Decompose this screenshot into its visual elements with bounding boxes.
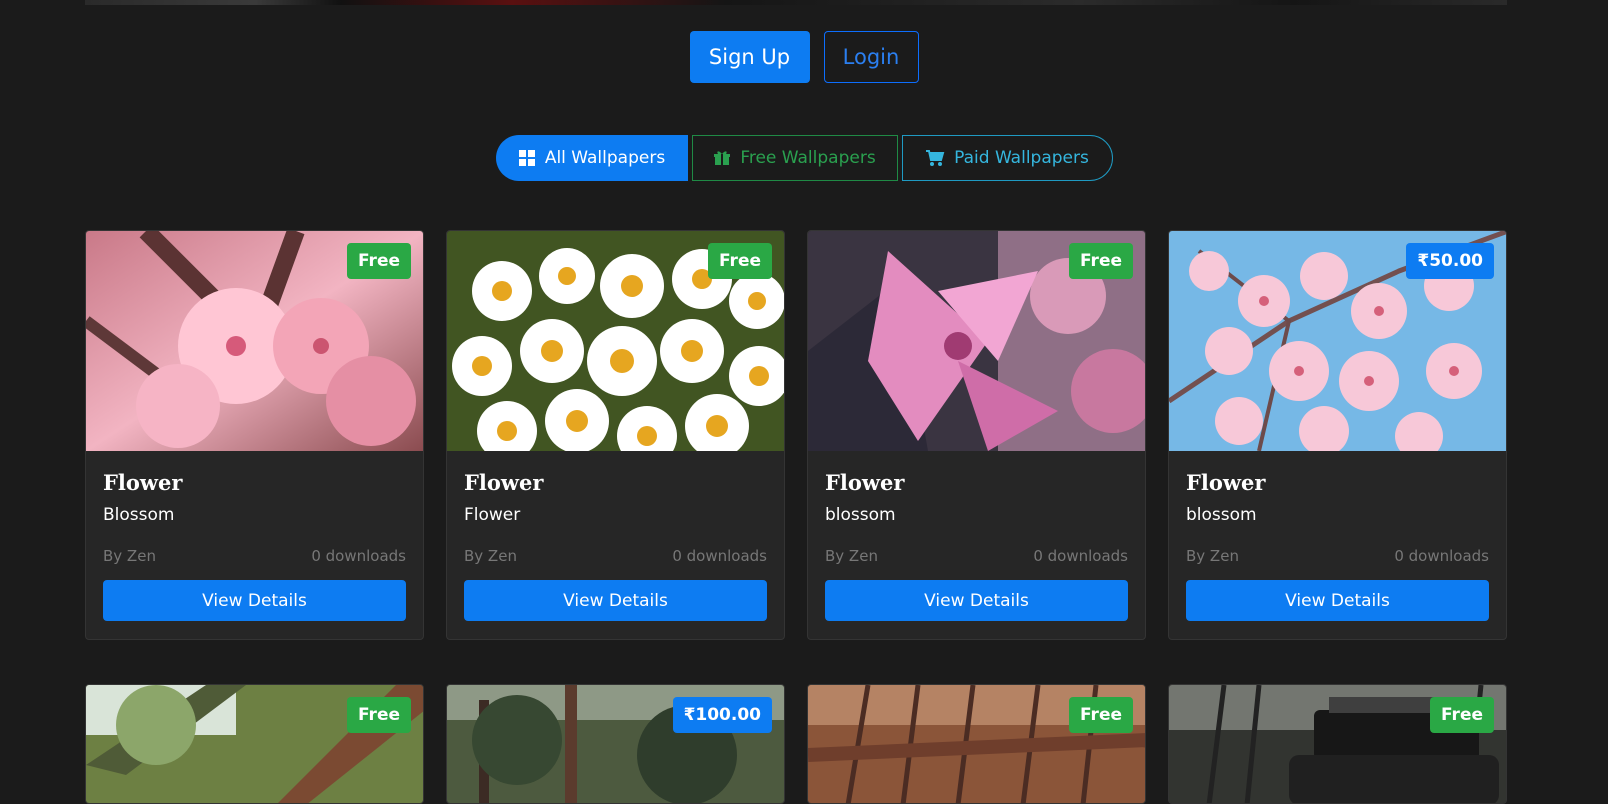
cart-icon xyxy=(925,149,945,167)
wallpaper-category: blossom xyxy=(1186,505,1257,525)
author-name: By Zen xyxy=(825,547,878,565)
wallpaper-filter-tabs: All Wallpapers Free Wallpapers Paid Wall… xyxy=(0,135,1608,181)
view-details-button[interactable]: View Details xyxy=(825,580,1128,621)
download-count: 0 downloads xyxy=(1394,547,1489,565)
card-meta: By Zen 0 downloads xyxy=(103,546,406,567)
login-button[interactable]: Login xyxy=(823,31,919,83)
wallpaper-card: ₹100.00 xyxy=(446,684,785,804)
author-name: By Zen xyxy=(1186,547,1239,565)
price-badge: Free xyxy=(708,243,772,279)
signup-button[interactable]: Sign Up xyxy=(689,31,810,83)
card-meta: By Zen 0 downloads xyxy=(825,546,1128,567)
price-badge: Free xyxy=(1069,697,1133,733)
card-body: Flower Blossom By Zen 0 downloads View D… xyxy=(86,451,423,639)
wallpaper-grid: Free Flower Blossom By Zen 0 downloads V… xyxy=(85,230,1507,804)
auth-actions: Sign Up Login xyxy=(0,31,1608,83)
price-badge: ₹50.00 xyxy=(1406,243,1494,279)
card-body: Flower blossom By Zen 0 downloads View D… xyxy=(808,451,1145,639)
wallpaper-category: blossom xyxy=(825,505,896,525)
wallpaper-card: Free Flower Blossom By Zen 0 downloads V… xyxy=(85,230,424,640)
wallpaper-thumbnail[interactable]: Free xyxy=(86,231,423,451)
price-badge: Free xyxy=(1069,243,1133,279)
download-count: 0 downloads xyxy=(1033,547,1128,565)
view-details-button[interactable]: View Details xyxy=(103,580,406,621)
filter-paid-wallpapers-button[interactable]: Paid Wallpapers xyxy=(901,135,1113,181)
wallpaper-thumbnail[interactable]: Free xyxy=(808,685,1145,803)
filter-all-label: All Wallpapers xyxy=(544,148,666,168)
view-details-button[interactable]: View Details xyxy=(1186,580,1489,621)
wallpaper-thumbnail[interactable]: Free xyxy=(447,231,784,451)
wallpaper-category: Blossom xyxy=(103,505,175,525)
download-count: 0 downloads xyxy=(672,547,767,565)
wallpaper-card: Free xyxy=(1168,684,1507,804)
card-body: Flower blossom By Zen 0 downloads View D… xyxy=(1169,451,1506,639)
grid-icon xyxy=(518,149,536,167)
author-name: By Zen xyxy=(103,547,156,565)
card-meta: By Zen 0 downloads xyxy=(464,546,767,567)
wallpaper-thumbnail[interactable]: Free xyxy=(808,231,1145,451)
price-badge: Free xyxy=(347,243,411,279)
price-badge: ₹100.00 xyxy=(672,697,772,733)
filter-all-wallpapers-button[interactable]: All Wallpapers xyxy=(495,135,688,181)
author-name: By Zen xyxy=(464,547,517,565)
download-count: 0 downloads xyxy=(311,547,406,565)
gift-icon xyxy=(713,149,731,167)
wallpaper-title: Flower xyxy=(1186,470,1266,495)
wallpaper-title: Flower xyxy=(103,470,183,495)
wallpaper-card: ₹50.00 Flower blossom By Zen 0 downloads… xyxy=(1168,230,1507,640)
filter-paid-label: Paid Wallpapers xyxy=(954,148,1089,168)
card-body: Flower Flower By Zen 0 downloads View De… xyxy=(447,451,784,639)
wallpaper-thumbnail[interactable]: ₹100.00 xyxy=(447,685,784,803)
wallpaper-title: Flower xyxy=(464,470,544,495)
wallpaper-card: Free Flower Flower By Zen 0 downloads Vi… xyxy=(446,230,785,640)
wallpaper-title: Flower xyxy=(825,470,905,495)
price-badge: Free xyxy=(1430,697,1494,733)
wallpaper-card: Free xyxy=(807,684,1146,804)
filter-free-wallpapers-button[interactable]: Free Wallpapers xyxy=(691,135,898,181)
wallpaper-card: Free Flower blossom By Zen 0 downloads V… xyxy=(807,230,1146,640)
wallpaper-category: Flower xyxy=(464,505,521,525)
filter-free-label: Free Wallpapers xyxy=(740,148,876,168)
wallpaper-card: Free xyxy=(85,684,424,804)
view-details-button[interactable]: View Details xyxy=(464,580,767,621)
card-meta: By Zen 0 downloads xyxy=(1186,546,1489,567)
hero-banner-edge xyxy=(85,0,1507,5)
wallpaper-thumbnail[interactable]: Free xyxy=(86,685,423,803)
price-badge: Free xyxy=(347,697,411,733)
wallpaper-thumbnail[interactable]: ₹50.00 xyxy=(1169,231,1506,451)
wallpaper-thumbnail[interactable]: Free xyxy=(1169,685,1506,803)
